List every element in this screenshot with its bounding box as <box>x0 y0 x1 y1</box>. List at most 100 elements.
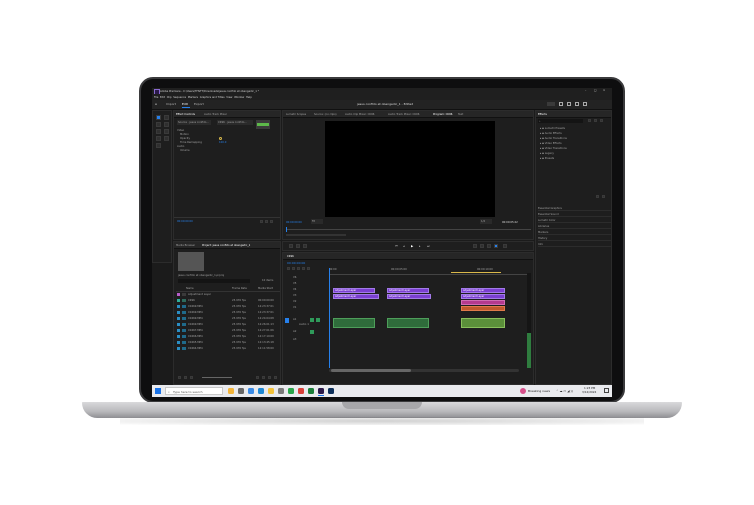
transport-right-icons[interactable] <box>473 244 513 249</box>
share-icon[interactable] <box>547 102 555 106</box>
timeline-settings-icon[interactable] <box>302 267 305 270</box>
workspace-export[interactable]: Export <box>194 102 204 106</box>
list-item[interactable]: CK96 23.976 fps 00:00:00:00 <box>176 298 280 303</box>
opacity-value[interactable]: 100.0 <box>219 141 226 144</box>
tab-source[interactable]: Source: (no clips) <box>314 113 337 116</box>
chrome-icon[interactable] <box>248 388 254 394</box>
32bit-filter-icon[interactable] <box>594 119 597 122</box>
folder-presets[interactable]: ▸ ▪ Presets <box>540 157 554 160</box>
timeline-scrollbar[interactable] <box>329 369 519 372</box>
panel-markers[interactable]: Markers <box>538 231 611 235</box>
pen-tool-icon[interactable] <box>164 129 169 134</box>
comparison-view-icon[interactable] <box>494 244 498 248</box>
delete-icon[interactable] <box>602 195 605 198</box>
track-v4[interactable]: V4 <box>293 288 296 291</box>
effects-footer-icons[interactable] <box>596 195 608 199</box>
premiere-taskbar-icon[interactable] <box>318 388 324 394</box>
track-v2[interactable]: V2 <box>293 300 296 303</box>
track-v6[interactable]: V6 <box>293 276 296 279</box>
step-forward-icon[interactable]: ▸ <box>419 244 421 248</box>
step-back-icon[interactable]: ◂ <box>403 244 405 248</box>
solo-icon[interactable] <box>316 318 320 322</box>
effect-controls-icons[interactable] <box>260 220 274 224</box>
mute-icon[interactable] <box>310 318 314 322</box>
audio-clip[interactable] <box>333 318 375 328</box>
fit-select[interactable]: Fit <box>311 219 323 224</box>
project-search-input[interactable] <box>178 279 250 283</box>
adjustment-clip[interactable]: Adjustment Layer <box>461 294 505 299</box>
menu-help[interactable]: Help <box>246 96 252 99</box>
spotify-icon[interactable] <box>288 388 294 394</box>
track-a1[interactable]: A1 <box>293 318 296 321</box>
menu-graphics[interactable]: Graphics and Titles <box>200 96 225 99</box>
track-a3[interactable]: A3 <box>293 338 296 341</box>
panel-essential-graphics[interactable]: Essential Graphics <box>538 207 611 211</box>
folder-lumetri-presets[interactable]: ▸ ▪ Lumetri Presets <box>540 127 565 130</box>
list-item[interactable]: C0464.MP4 23.976 fps 12:11:58:00 <box>176 346 280 351</box>
track-v1[interactable]: V1 <box>293 306 296 309</box>
menu-view[interactable]: View <box>226 96 232 99</box>
volume-effect[interactable]: Volume <box>180 149 190 152</box>
taskbar-date[interactable]: 3/12/2024 <box>582 390 596 395</box>
list-item[interactable]: C0467.MP4 23.976 fps 12:27:01:06 <box>176 328 280 333</box>
hand-tool-icon[interactable] <box>156 136 161 141</box>
panel-history[interactable]: History <box>538 237 611 241</box>
playback-controls[interactable]: ⏮ ◂ ▶ ▸ ⏭ <box>395 244 445 249</box>
file-explorer-icon[interactable] <box>268 388 274 394</box>
go-to-in-icon[interactable]: ⏮ <box>395 244 398 248</box>
panel-libraries[interactable]: Libraries <box>538 225 611 229</box>
track-a2[interactable]: A2 <box>293 330 296 333</box>
menu-markers[interactable]: Markers <box>188 96 198 99</box>
new-bin-icon[interactable] <box>262 376 265 379</box>
monitor-zoom-bar[interactable] <box>286 234 346 236</box>
widgets-icon[interactable] <box>228 388 234 394</box>
col-frame-rate[interactable]: Frame Rate <box>232 287 247 290</box>
settings-app-icon[interactable] <box>278 388 284 394</box>
motion-effect[interactable]: Motion <box>180 133 189 136</box>
new-item-icon[interactable] <box>268 376 271 379</box>
audio-clip[interactable] <box>461 318 505 328</box>
adjustment-clip[interactable]: Adjustment Layer <box>387 288 429 293</box>
export-frame-icon[interactable] <box>487 244 491 248</box>
audio-clip[interactable] <box>387 318 429 328</box>
effects-filter-icons[interactable] <box>588 119 608 123</box>
col-name[interactable]: Name <box>186 287 194 290</box>
news-icon[interactable] <box>520 388 526 394</box>
chrome-alt-icon[interactable] <box>298 388 304 394</box>
notifications-icon[interactable] <box>575 102 579 106</box>
yuv-filter-icon[interactable] <box>600 119 603 122</box>
folder-legacy[interactable]: ▸ ▪ Legacy <box>540 152 554 155</box>
time-remap-effect[interactable]: Time Remapping <box>180 141 202 144</box>
effects-search-input[interactable]: ⌕ <box>538 119 583 123</box>
notification-center-icon[interactable] <box>604 388 609 393</box>
adjustment-clip[interactable]: Adjustment Layer <box>387 294 431 299</box>
work-area-bar[interactable] <box>451 272 501 273</box>
lift-icon[interactable] <box>473 244 477 248</box>
folder-video-effects[interactable]: ▸ ▪ Video Effects <box>540 142 562 145</box>
menu-items[interactable]: File Edit Clip Sequence Markers Graphics… <box>154 96 252 99</box>
col-media-start[interactable]: Media Start <box>258 287 273 290</box>
transport-left-icons[interactable] <box>289 244 319 249</box>
maximize-icon[interactable]: □ <box>594 89 596 92</box>
folder-video-transitions[interactable]: ▸ ▪ Video Transitions <box>540 147 567 150</box>
sequence-selector[interactable]: CK96 · jesus confido... <box>217 120 253 125</box>
adjustment-clip[interactable]: Adjustment Layer <box>333 288 375 293</box>
mark-in-icon[interactable] <box>296 244 300 248</box>
tab-sequence[interactable]: CK96 <box>287 255 294 258</box>
source-selector[interactable]: Source · jesus confido... <box>177 120 211 125</box>
tab-program[interactable]: Program: CK96 <box>433 113 452 116</box>
list-item[interactable]: C0466.MP4 23.976 fps 12:17:19:00 <box>176 334 280 339</box>
tab-project[interactable]: Project: jesus confido et obengedic_1 <box>202 244 250 247</box>
photoshop-taskbar-icon[interactable] <box>328 388 334 394</box>
quick-export-icon[interactable] <box>567 102 571 106</box>
mute-icon[interactable] <box>310 330 314 334</box>
track-v5[interactable]: V5 <box>293 282 296 285</box>
home-icon[interactable]: ⌂ <box>155 102 157 106</box>
program-video-frame[interactable] <box>325 121 495 217</box>
track-select-tool-icon[interactable] <box>164 115 169 120</box>
program-timecode-left[interactable]: 00:00:00:00 <box>286 221 302 224</box>
ripple-edit-tool-icon[interactable] <box>156 122 161 127</box>
pencil-icon[interactable] <box>178 376 181 379</box>
list-item[interactable]: C0469.MP4 23.976 fps 12:26:01:13 <box>176 322 280 327</box>
thumbnail-size-slider[interactable] <box>202 377 232 378</box>
